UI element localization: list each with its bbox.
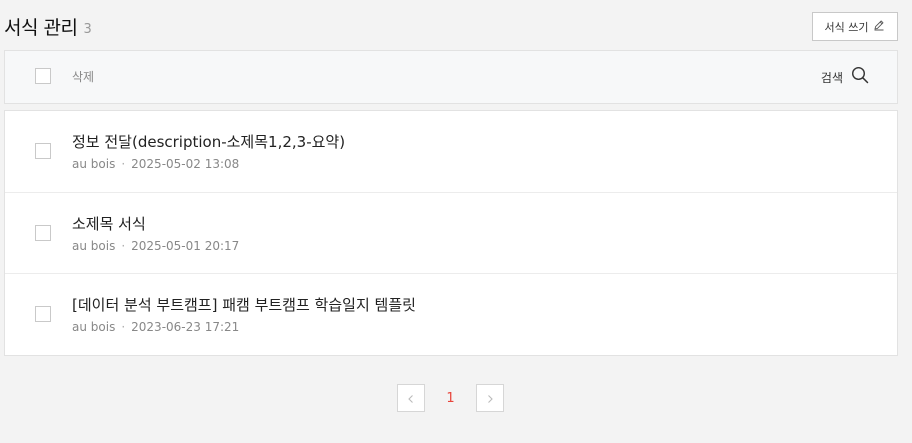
template-list: 정보 전달(description-소제목1,2,3-요약) au bois · 2… [4,110,898,356]
prev-page-button[interactable] [397,384,425,412]
separator-dot: · [121,157,126,171]
row-checkbox[interactable] [35,143,51,159]
write-template-label: 서식 쓰기 [824,20,869,34]
template-date: 2023-06-23 17:21 [131,320,240,334]
template-title[interactable]: [데이터 분석 부트캠프] 패캠 부트캠프 학습일지 템플릿 [72,294,416,315]
template-count: 3 [83,22,92,37]
template-title[interactable]: 소제목 서식 [72,213,146,234]
template-author: au bois [72,238,116,253]
search-button[interactable]: 검색 [821,66,869,88]
page-title-text: 서식 관리 [4,17,78,39]
template-date: 2025-05-01 20:17 [131,238,240,253]
template-author: au bois [72,157,116,171]
template-row[interactable]: 소제목 서식 au bois · 2025-05-01 20:17 [5,193,897,274]
template-row[interactable]: 정보 전달(description-소제목1,2,3-요약) au bois · 2… [5,111,897,193]
search-label: 검색 [820,70,843,85]
template-meta: au bois · 2025-05-01 20:17 [72,239,239,253]
write-template-button[interactable]: 서식 쓰기 [812,12,898,41]
pencil-icon [873,19,885,34]
separator-dot: · [121,238,126,253]
template-meta: au bois · 2025-05-02 13:08 [72,157,239,171]
template-date: 2025-05-02 13:08 [131,157,240,171]
pagination: 1 [397,384,504,412]
chevron-left-icon [406,389,416,408]
delete-button[interactable]: 삭제 [72,68,94,85]
list-toolbar: 삭제 검색 [4,50,898,104]
template-author: au bois [72,320,116,334]
next-page-button[interactable] [476,384,504,412]
separator-dot: · [121,320,126,334]
search-icon [851,66,869,88]
template-meta: au bois · 2023-06-23 17:21 [72,320,239,334]
chevron-right-icon [485,389,495,408]
row-checkbox[interactable] [35,224,51,241]
row-checkbox[interactable] [35,306,51,322]
select-all-checkbox[interactable] [35,68,51,84]
page-title: 서식 관리 3 [4,13,92,40]
template-row[interactable]: [데이터 분석 부트캠프] 패캠 부트캠프 학습일지 템플릿 au bois · 2… [5,274,897,356]
page-number-current[interactable]: 1 [425,391,476,406]
page-header: 서식 관리 3 서식 쓰기 [4,10,898,42]
template-title[interactable]: 정보 전달(description-소제목1,2,3-요약) [72,131,345,152]
